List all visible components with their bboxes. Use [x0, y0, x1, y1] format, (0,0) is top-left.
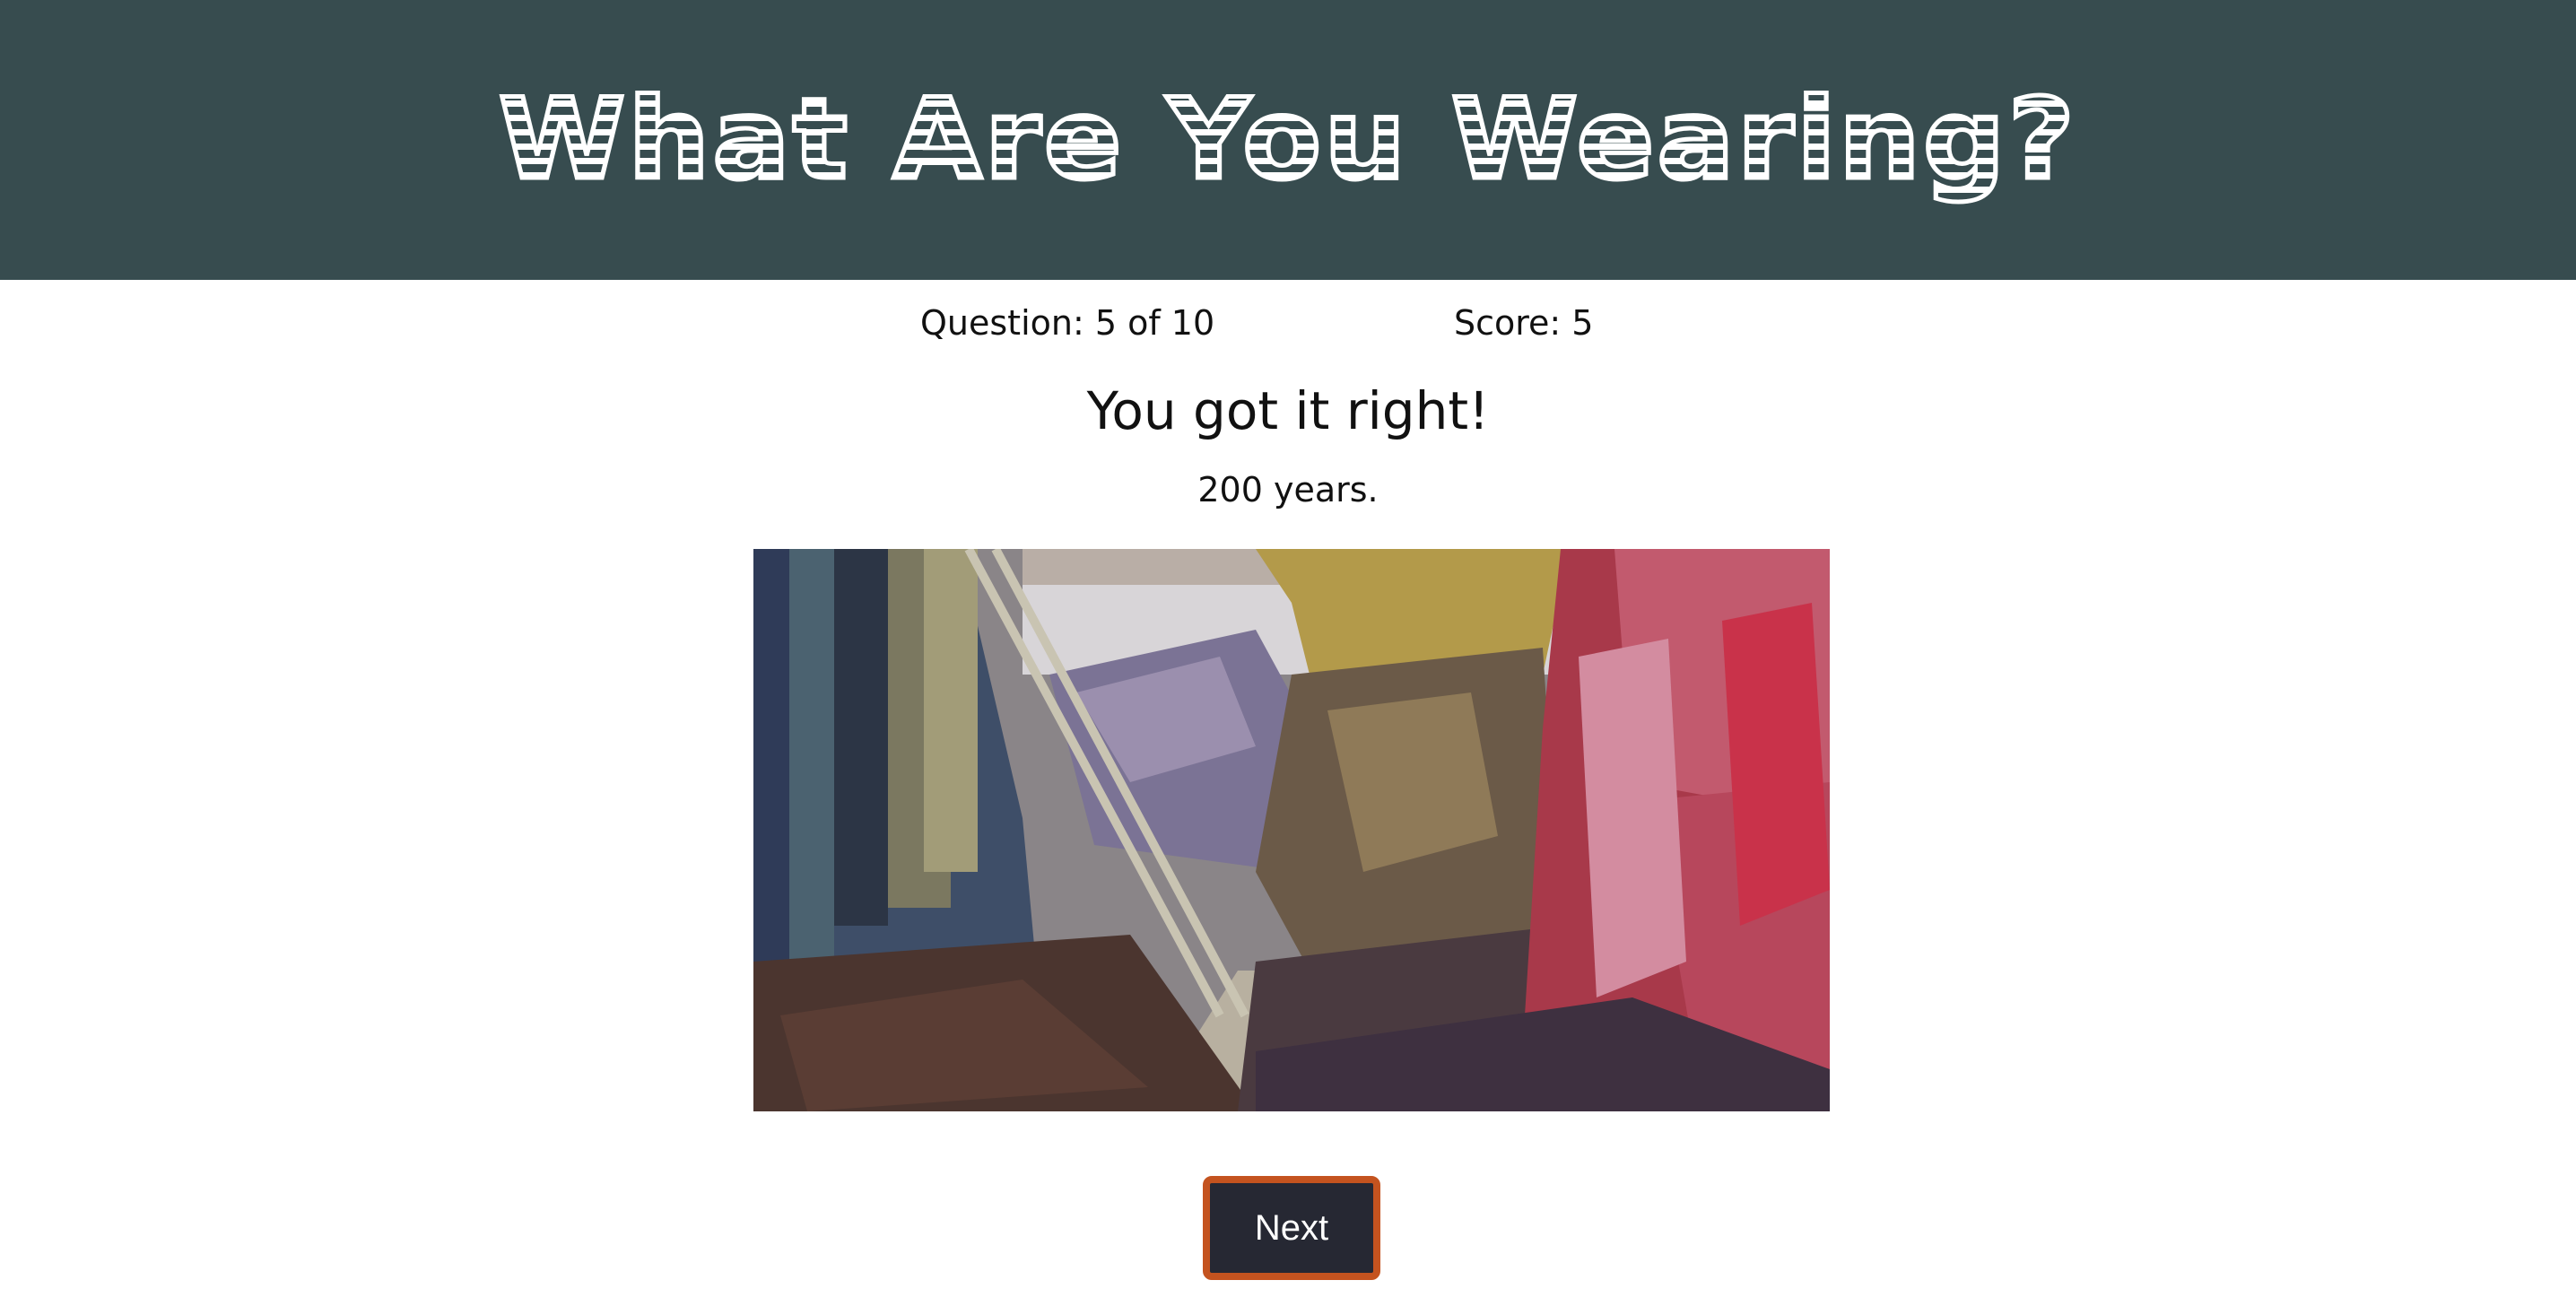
answer-photo — [753, 549, 1830, 1111]
result-detail: 200 years. — [1197, 470, 1379, 509]
site-title: What Are You Wearing? — [497, 74, 2077, 207]
next-button[interactable]: Next — [1203, 1176, 1380, 1280]
clothing-pile-image — [753, 549, 1830, 1111]
result-title: You got it right! — [1086, 380, 1490, 441]
header-banner: What Are You Wearing? — [0, 0, 2576, 280]
score-counter: Score: 5 — [1454, 303, 1594, 343]
site-title-text: What Are You Wearing? — [499, 75, 2077, 205]
quiz-stats: Question: 5 of 10 Score: 5 — [0, 303, 2576, 353]
question-counter: Question: 5 of 10 — [920, 303, 1215, 343]
